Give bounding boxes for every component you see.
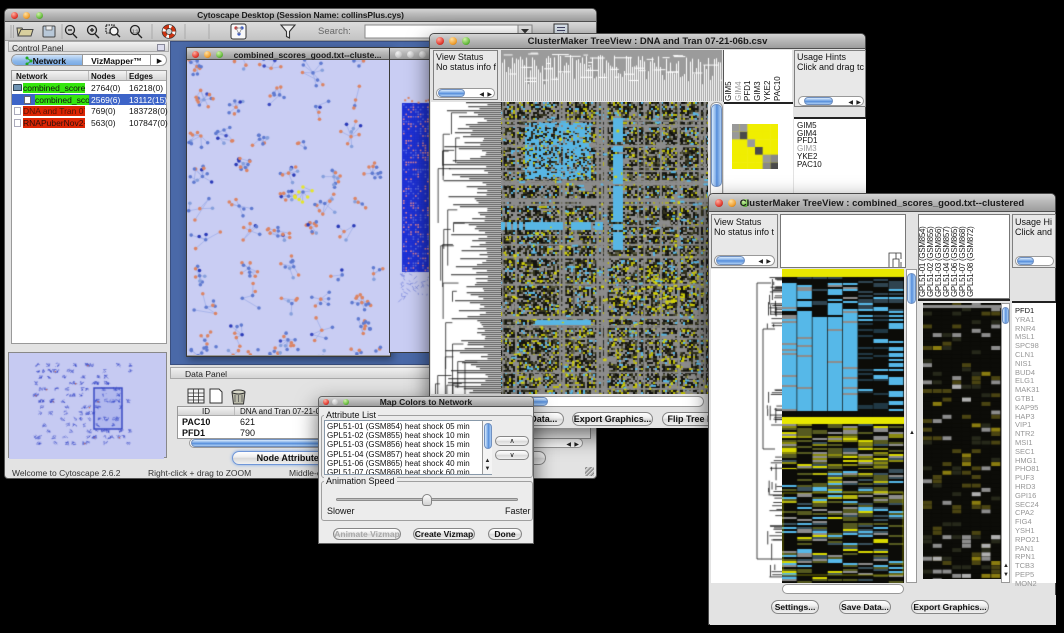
svg-text:Search:: Search: (318, 26, 351, 37)
svg-text:1:1: 1:1 (132, 29, 139, 34)
